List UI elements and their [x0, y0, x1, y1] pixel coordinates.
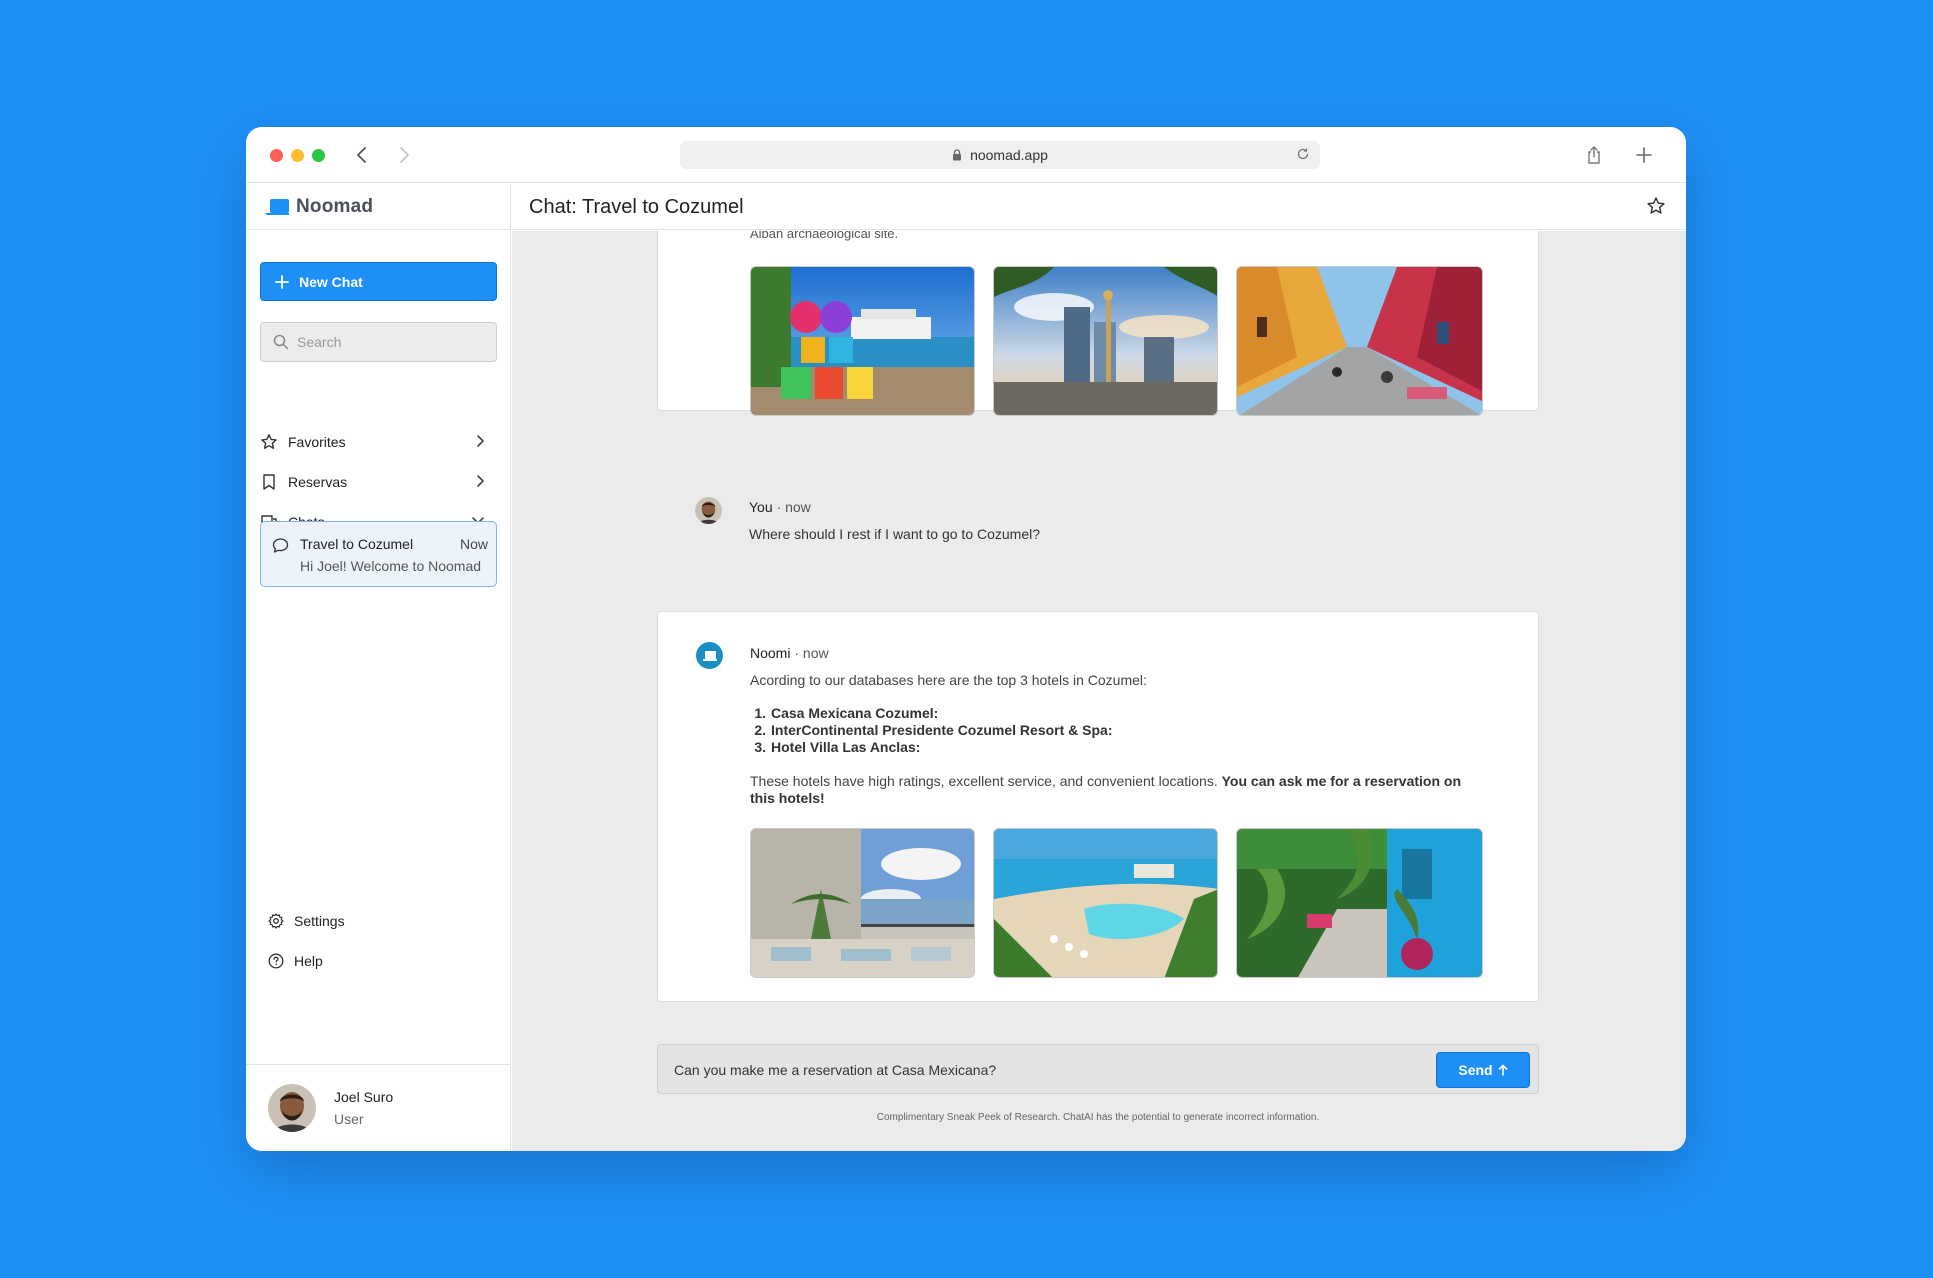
- settings-link[interactable]: Settings: [268, 909, 468, 933]
- sidebar-item-label: Reservas: [288, 474, 348, 490]
- list-number: 3.: [754, 739, 766, 755]
- message-time: · now: [776, 499, 811, 515]
- new-chat-label: New Chat: [299, 273, 363, 290]
- gear-icon: [268, 913, 284, 929]
- chevron-right-icon: [475, 434, 485, 448]
- photo-mexico-city[interactable]: [993, 266, 1218, 416]
- chevron-right-icon: [400, 147, 409, 163]
- help-icon: [268, 953, 284, 969]
- bot-message: Noomi · now Acording to our databases he…: [657, 611, 1539, 1002]
- sidebar-item-favorites[interactable]: Favorites: [260, 428, 497, 456]
- chat-time: Now: [459, 536, 488, 552]
- sidebar-item-reservas[interactable]: Reservas: [260, 468, 497, 496]
- list-number: 1.: [754, 705, 766, 721]
- window-controls: [270, 149, 325, 162]
- close-window-button[interactable]: [270, 149, 283, 162]
- minimize-window-button[interactable]: [291, 149, 304, 162]
- search-field[interactable]: Search: [260, 322, 497, 362]
- user-name: Joel Suro: [334, 1089, 394, 1105]
- hotel-name: Casa Mexicana Cozumel:: [771, 705, 939, 721]
- list-number: 2.: [754, 722, 766, 738]
- settings-label: Settings: [294, 913, 345, 929]
- user-profile[interactable]: Joel Suro User: [246, 1064, 511, 1151]
- message-input[interactable]: [674, 1059, 1414, 1081]
- message-intro: Acording to our databases here are the t…: [750, 672, 1147, 688]
- zoom-window-button[interactable]: [312, 149, 325, 162]
- help-link[interactable]: Help: [268, 949, 468, 973]
- user-message: You · now Where should I rest if I want …: [657, 497, 1539, 567]
- back-button[interactable]: [350, 143, 374, 167]
- share-icon: [1588, 146, 1600, 164]
- list-item: 1. Casa Mexicana Cozumel:: [750, 705, 1113, 722]
- browser-toolbar: noomad.app: [246, 127, 1686, 183]
- noomi-avatar: [696, 642, 723, 669]
- summary-text: These hotels have high ratings, excellen…: [750, 773, 1218, 789]
- sidebar: Noomad New Chat Search Favorites Reserva…: [246, 184, 511, 1151]
- send-label: Send: [1458, 1062, 1493, 1078]
- chevron-left-icon: [357, 147, 366, 163]
- hotel-list: 1. Casa Mexicana Cozumel: 2. InterContinen…: [750, 705, 1113, 756]
- help-label: Help: [294, 953, 323, 969]
- list-item: 2. InterContinental Presidente Cozumel Re…: [750, 722, 1113, 739]
- new-tab-button[interactable]: [1632, 143, 1656, 167]
- url-text: noomad.app: [970, 147, 1048, 163]
- photo-cozumel-sign[interactable]: [750, 266, 975, 416]
- share-button[interactable]: [1582, 143, 1606, 167]
- noomad-logo-icon: [265, 198, 289, 215]
- plus-icon: [1636, 147, 1652, 163]
- star-icon: [1647, 197, 1665, 214]
- photo-casa-mexicana[interactable]: [750, 828, 975, 978]
- message-meta: You · now: [749, 499, 811, 515]
- address-bar[interactable]: noomad.app: [680, 141, 1320, 169]
- list-item: 3. Hotel Villa Las Anclas:: [750, 739, 1113, 756]
- chat-bubble-icon: [272, 537, 289, 554]
- brand-name: Noomad: [296, 195, 374, 217]
- chat-header: Chat: Travel to Cozumel: [512, 184, 1686, 230]
- chat-title: Travel to Cozumel: [300, 536, 414, 552]
- message-text: Where should I rest if I want to go to C…: [749, 526, 1041, 542]
- arrow-up-icon: [1498, 1064, 1507, 1076]
- photo-villa-las-anclas[interactable]: [1236, 828, 1483, 978]
- chat-list-item[interactable]: Travel to Cozumel Now Hi Joel! Welcome t…: [260, 521, 497, 587]
- message-composer: Send: [657, 1044, 1539, 1094]
- new-chat-button[interactable]: New Chat: [260, 262, 497, 301]
- user-role: User: [334, 1111, 364, 1127]
- message-author: You: [749, 499, 773, 515]
- plus-icon: [275, 274, 289, 289]
- send-button[interactable]: Send: [1436, 1052, 1530, 1088]
- message-text: Alban archaeological site.: [750, 231, 899, 241]
- avatar: [695, 497, 722, 524]
- chat-preview: Hi Joel! Welcome to Noomad: [300, 558, 482, 574]
- avatar: [268, 1084, 316, 1132]
- page-title: Chat: Travel to Cozumel: [529, 196, 744, 218]
- photo-gallery: [750, 828, 1483, 978]
- chevron-right-icon: [475, 474, 485, 488]
- lock-icon: [952, 149, 962, 161]
- star-icon: [261, 434, 277, 449]
- message-time: · now: [794, 645, 829, 661]
- hotel-name: Hotel Villa Las Anclas:: [771, 739, 921, 755]
- message-summary: These hotels have high ratings, excellen…: [750, 773, 1470, 807]
- favorite-star-button[interactable]: [1646, 196, 1666, 216]
- forward-button[interactable]: [392, 143, 416, 167]
- search-placeholder: Search: [297, 334, 342, 350]
- browser-window: noomad.app Noomad New Chat Search Favori…: [246, 127, 1686, 1151]
- sidebar-item-label: Favorites: [288, 434, 346, 450]
- photo-colorful-street[interactable]: [1236, 266, 1483, 416]
- photo-gallery: [750, 266, 1483, 416]
- message-author: Noomi: [750, 645, 791, 661]
- reload-icon[interactable]: [1296, 147, 1310, 161]
- brand-logo[interactable]: Noomad: [246, 184, 510, 230]
- hotel-name: InterContinental Presidente Cozumel Reso…: [771, 722, 1113, 738]
- message-meta: Noomi · now: [750, 645, 829, 661]
- disclaimer-text: Complimentary Sneak Peek of Research. Ch…: [876, 1112, 1320, 1123]
- bookmark-icon: [263, 474, 275, 490]
- laptop-icon: [702, 650, 717, 661]
- chat-messages[interactable]: Alban archaeological site. You · now Whe…: [512, 231, 1686, 1151]
- bot-message: Alban archaeological site.: [657, 231, 1539, 416]
- photo-intercontinental[interactable]: [993, 828, 1218, 978]
- search-icon: [273, 334, 289, 350]
